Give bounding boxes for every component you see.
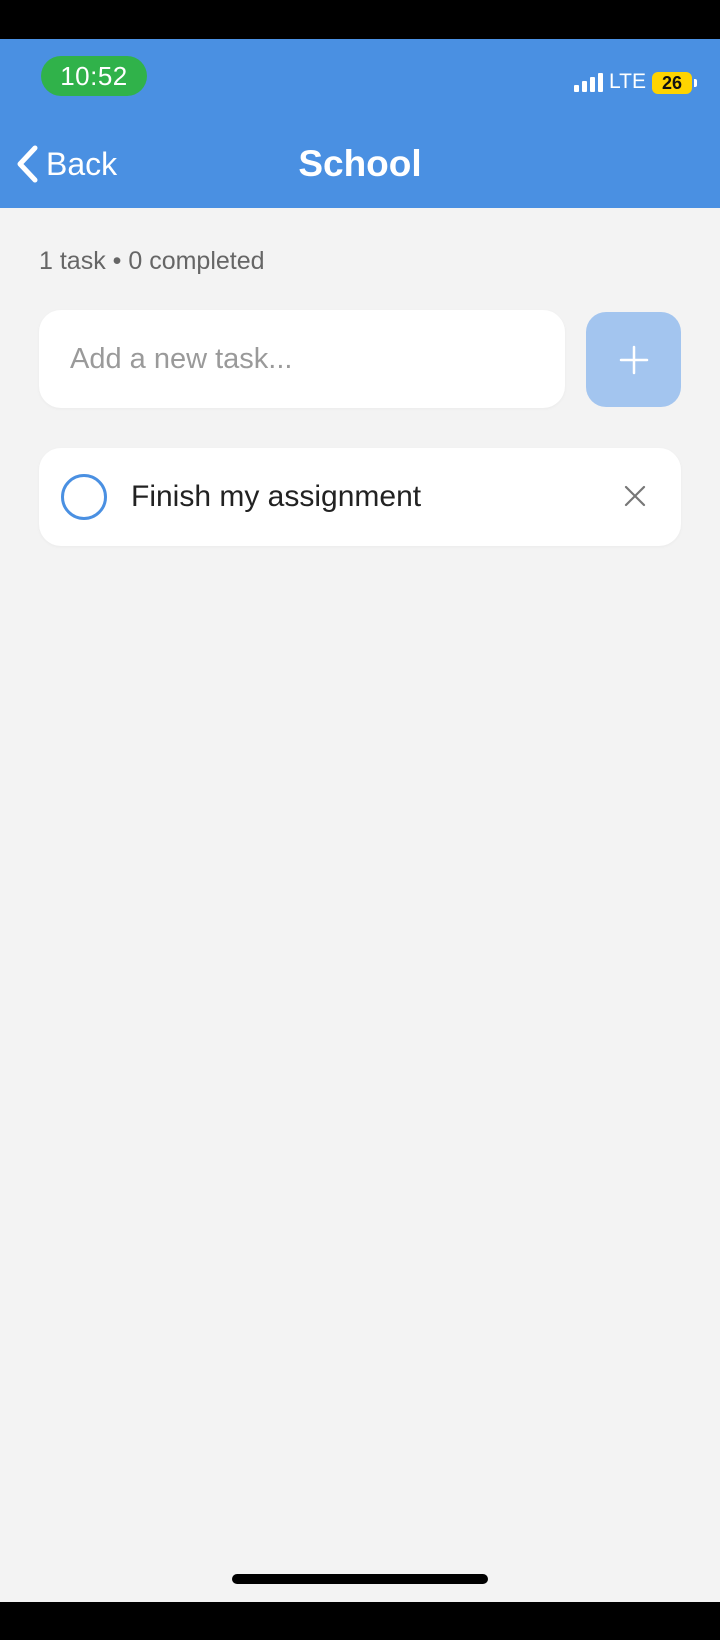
signal-icon [574,72,604,92]
app-screen: 10:52 LTE 26 Back School 1 task • 0 comp… [0,0,720,1640]
battery-level: 26 [661,73,683,93]
new-task-input[interactable] [39,310,565,408]
close-icon[interactable] [623,484,647,508]
task-title: Finish my assignment [131,480,422,513]
add-task-button[interactable] [586,312,681,407]
bottom-bezel [0,1602,720,1640]
battery-nub [694,79,697,87]
task-item[interactable]: Finish my assignment [39,448,681,546]
plus-icon [619,345,648,374]
status-time: 10:52 [41,56,147,96]
task-checkbox-icon[interactable] [61,474,107,520]
battery-icon: 26 [652,72,697,94]
header-bar: 10:52 LTE 26 Back School [0,39,720,208]
page-title: School [298,143,422,184]
task-summary: 1 task • 0 completed [39,247,265,275]
status-indicators: LTE 26 [574,68,697,94]
top-bezel [0,0,720,39]
home-indicator[interactable] [232,1574,488,1584]
task-list-content: 1 task • 0 completed Finish my assignmen… [0,208,720,1602]
network-label: LTE [609,70,646,93]
